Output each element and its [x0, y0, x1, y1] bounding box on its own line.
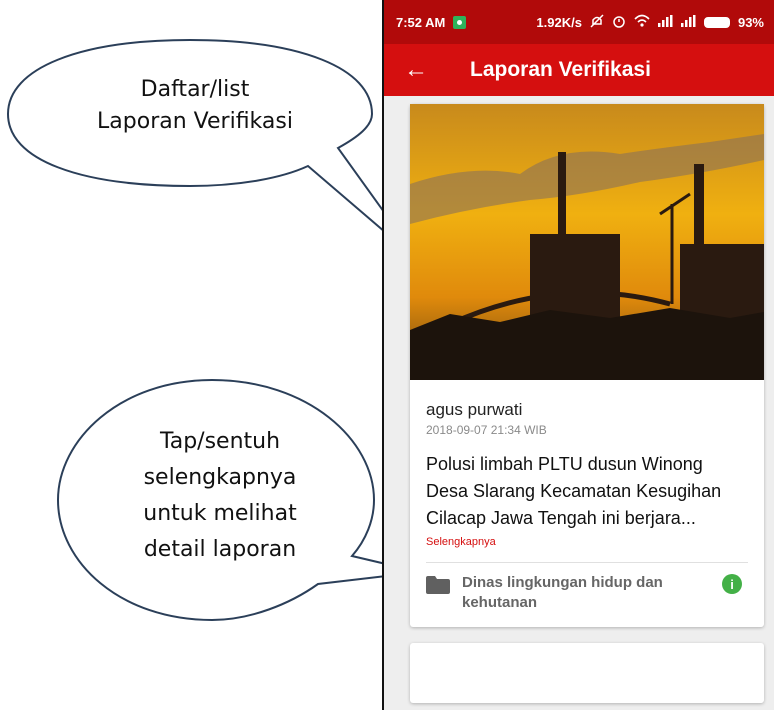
phone-screen: 7:52 AM 1.92K/s 93% ← Laporan Verifikasi…: [382, 0, 774, 710]
callout-list-line2: Laporan Verifikasi: [97, 109, 293, 134]
callout-detail-line3: untuk melihat: [143, 501, 297, 526]
info-icon[interactable]: i: [722, 574, 742, 594]
mute-icon: [590, 13, 604, 31]
status-time: 7:52 AM: [396, 14, 446, 30]
network-speed: 1.92K/s: [536, 14, 582, 30]
report-summary: Polusi limbah PLTU dusun Winong Desa Sla…: [426, 454, 722, 528]
read-more-link[interactable]: Selengkapnya: [426, 536, 496, 548]
battery-icon: [703, 16, 730, 28]
agency-label: Dinas lingkungan hidup dan kehutanan: [462, 574, 663, 611]
report-timestamp: 2018-09-07 21:34 WIB: [426, 423, 547, 437]
callout-detail-text: Tap/sentuh selengkapnya untuk melihat de…: [110, 424, 330, 568]
callout-list-line1: Daftar/list: [140, 77, 250, 102]
battery-level: 93%: [737, 14, 764, 30]
agency-row: Dinas lingkungan hidup dan kehutanan i: [426, 573, 748, 613]
page-title: Laporan Verifikasi: [470, 58, 651, 81]
callout-detail-line2: selengkapnya: [143, 465, 297, 490]
callout-detail-line1: Tap/sentuh: [159, 429, 281, 454]
report-photo: [410, 104, 764, 380]
callout-list-text: Daftar/list Laporan Verifikasi: [70, 74, 320, 138]
status-bar: 7:52 AM 1.92K/s 93%: [384, 0, 774, 44]
card-divider: [426, 562, 748, 563]
wifi-icon: [634, 14, 650, 30]
arrow-left-icon[interactable]: ←: [404, 58, 434, 82]
report-card-next[interactable]: [410, 643, 764, 703]
alarm-icon: [612, 14, 626, 31]
status-indicators: 1.92K/s 93%: [536, 13, 764, 31]
reporter-name: agus purwati: [426, 400, 523, 419]
notification-icon: [453, 15, 467, 29]
report-card[interactable]: agus purwati 2018-09-07 21:34 WIB Polusi…: [410, 104, 764, 627]
folder-icon: [426, 576, 450, 594]
signal-icon-1: [657, 14, 673, 30]
callout-detail-line4: detail laporan: [143, 537, 297, 562]
report-list[interactable]: agus purwati 2018-09-07 21:34 WIB Polusi…: [384, 96, 774, 703]
signal-icon-2: [680, 14, 696, 30]
app-bar: ← Laporan Verifikasi: [384, 44, 774, 96]
report-card-body: agus purwati 2018-09-07 21:34 WIB Polusi…: [410, 380, 764, 627]
